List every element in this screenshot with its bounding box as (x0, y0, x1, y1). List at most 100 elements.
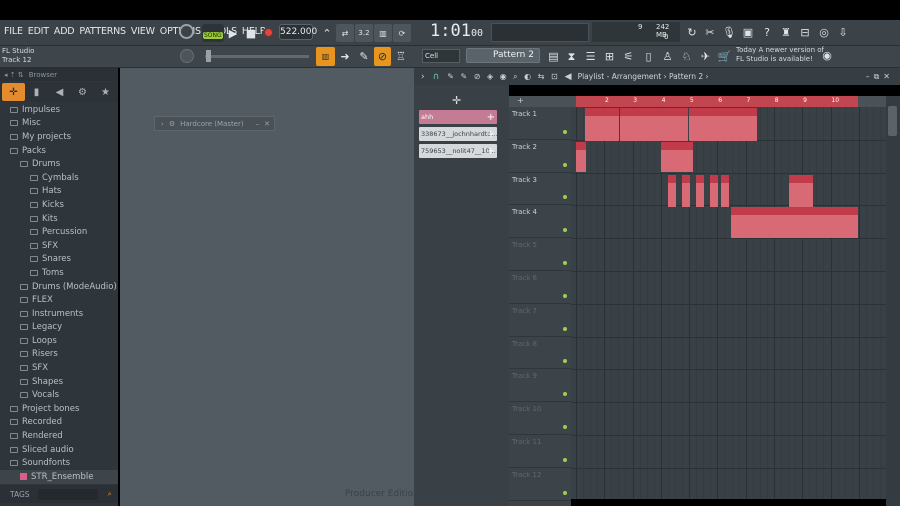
track-mute-led[interactable] (563, 490, 567, 495)
step-edit-icon[interactable]: ▥ (374, 24, 392, 42)
menu-edit[interactable]: EDIT (28, 26, 49, 37)
playlist-clip[interactable] (682, 175, 690, 207)
vertical-scrollbar[interactable] (886, 96, 900, 506)
track-header[interactable]: Track 1 (509, 107, 571, 140)
save-icon[interactable]: ▣ (740, 24, 756, 40)
record-button[interactable] (263, 27, 274, 38)
browser-item[interactable]: Drums (ModeAudio) (0, 280, 118, 294)
playlist-clip[interactable] (576, 142, 586, 172)
browser-item[interactable]: Loops (0, 334, 118, 348)
close-icon[interactable]: ✕ (264, 120, 274, 128)
microphone-icon[interactable]: 🎙 (721, 24, 737, 40)
playlist-clip[interactable]: Pattern 2 (585, 108, 619, 141)
track-mute-led[interactable] (563, 359, 567, 364)
track-header[interactable]: Track 5 (509, 238, 571, 271)
browser-item[interactable]: Kits (0, 212, 118, 226)
plugin-icon[interactable]: ♜ (778, 24, 794, 40)
browser-item[interactable]: Snares (0, 253, 118, 267)
track-mute-led[interactable] (563, 424, 567, 429)
playlist-clip[interactable] (710, 175, 718, 207)
news-panel[interactable]: Today A newer version of FL Studio is av… (736, 46, 854, 63)
channel-button[interactable]: 759653__nolit47__10... + (419, 144, 497, 158)
plugin-database-icon[interactable]: ♙ (659, 47, 676, 66)
cut-icon[interactable]: ✂ (702, 24, 718, 40)
browser-nav-icon[interactable]: ◂ ⇡ ⇅ (4, 71, 24, 79)
browser-item[interactable]: Risers (0, 348, 118, 362)
track-mute-led[interactable] (563, 293, 567, 298)
playlist-clip[interactable] (696, 175, 704, 207)
browser-item[interactable]: Shapes (0, 375, 118, 389)
song-position-display[interactable]: 1:0100 (430, 21, 483, 41)
playlist-clip[interactable]: ahh (789, 175, 813, 207)
play-button[interactable]: ▶ (224, 24, 242, 42)
browser-item[interactable]: SFX (0, 239, 118, 253)
browser-item[interactable]: Legacy (0, 321, 118, 335)
stop-button[interactable]: ■ (242, 24, 260, 42)
track-header[interactable]: Track 6 (509, 271, 571, 304)
countdown-icon[interactable]: 3.2 (355, 24, 373, 42)
menu-view[interactable]: VIEW (131, 26, 155, 37)
browser-item[interactable]: SFX (0, 361, 118, 375)
playlist-clip[interactable] (668, 175, 676, 207)
export-icon[interactable]: ⊟ (797, 24, 813, 40)
browser-plugins-tab[interactable]: ⚙ (71, 83, 94, 101)
track-mute-led[interactable] (563, 260, 567, 265)
track-mute-led[interactable] (563, 228, 567, 233)
browser-item[interactable]: Cymbals (0, 171, 118, 185)
playlist-clip[interactable]: 759653__nolit47__10_n-woobly-craze-loop (731, 207, 858, 238)
gear-icon[interactable]: ⚙ (169, 120, 175, 128)
brush-icon[interactable]: ✎ (355, 47, 373, 66)
browser-item[interactable]: Vocals (0, 388, 118, 402)
channel-button[interactable]: ahh + (419, 110, 497, 124)
chat-icon[interactable]: ◎ (816, 24, 832, 40)
pattern-song-toggle[interactable]: SONG (202, 24, 224, 42)
playlist-window-icon[interactable]: ▤ (545, 47, 562, 66)
track-mute-led[interactable] (563, 326, 567, 331)
master-pitch-slider[interactable] (205, 55, 309, 58)
cart-icon[interactable]: 🛒 (716, 47, 733, 66)
speaker-icon[interactable]: ◀ (565, 72, 572, 82)
playlist-clip[interactable] (721, 175, 729, 207)
typing-keyboard-icon[interactable]: ▥ (316, 47, 335, 66)
browser-item[interactable]: Recorded (0, 416, 118, 430)
add-channel-icon[interactable]: + (487, 112, 495, 123)
track-header[interactable]: Track 8 (509, 337, 571, 370)
help-icon[interactable]: ? (759, 24, 775, 40)
browser-item[interactable]: Percussion (0, 225, 118, 239)
track-header[interactable]: Track 12 (509, 468, 571, 501)
download-icon[interactable]: ⇩ (835, 24, 851, 40)
mixer-window-title[interactable]: › ⚙ Hardcore (Master) – ✕ (154, 116, 275, 131)
track-header[interactable]: Track 4 (509, 205, 571, 239)
browser-starred-tab[interactable]: ★ (94, 83, 117, 101)
browser-item[interactable]: Rendered (0, 429, 118, 443)
track-mute-led[interactable] (563, 162, 567, 167)
browser-item[interactable]: Kicks (0, 198, 118, 212)
browser-speaker-tab[interactable]: ◀ (48, 83, 71, 101)
tags-search-input[interactable] (37, 488, 98, 500)
project-browser-icon[interactable]: ▯ (640, 47, 657, 66)
playlist-menu-arrow-icon[interactable]: › (421, 72, 425, 82)
track-header[interactable]: Track 3 (509, 173, 571, 206)
browser-item[interactable]: Impulses (0, 103, 118, 117)
browser-all-tab[interactable]: ✛ (2, 83, 25, 101)
expand-arrow-icon[interactable]: › (161, 120, 164, 128)
channel-button[interactable]: 338673__jochnhardte... + (419, 127, 497, 141)
clip-source-tool-icon[interactable]: ✛ (452, 94, 461, 107)
scrollbar-thumb[interactable] (888, 106, 897, 136)
browser-item[interactable]: Soundfonts (0, 456, 118, 470)
browser-item[interactable]: FLEX (0, 293, 118, 307)
arrow-icon[interactable]: ➜ (336, 47, 354, 66)
magnet-icon[interactable]: ∩ (433, 72, 440, 82)
track-header[interactable]: Track 7 (509, 304, 571, 337)
track-mute-led[interactable] (563, 195, 567, 200)
browser-item[interactable]: STR_Ensemble (0, 470, 118, 484)
tutorial-icon[interactable]: ✈ (697, 47, 714, 66)
browser-files-tab[interactable]: ▮ (25, 83, 48, 101)
playlist-clip[interactable]: Pattern 2 (619, 108, 654, 141)
undo-icon[interactable]: ↻ (684, 24, 700, 40)
playlist-tools-icon[interactable]: ✎ ✎ ⊘ ◈ ◉ ⌕ ◐ ⇆ ⊡ (447, 72, 559, 82)
playlist-clip[interactable]: ahh (661, 142, 693, 172)
search-icon[interactable]: ⌕ (108, 489, 112, 499)
tempo-display[interactable]: 522.000 (279, 24, 317, 40)
main-pitch-knob[interactable] (180, 49, 194, 63)
